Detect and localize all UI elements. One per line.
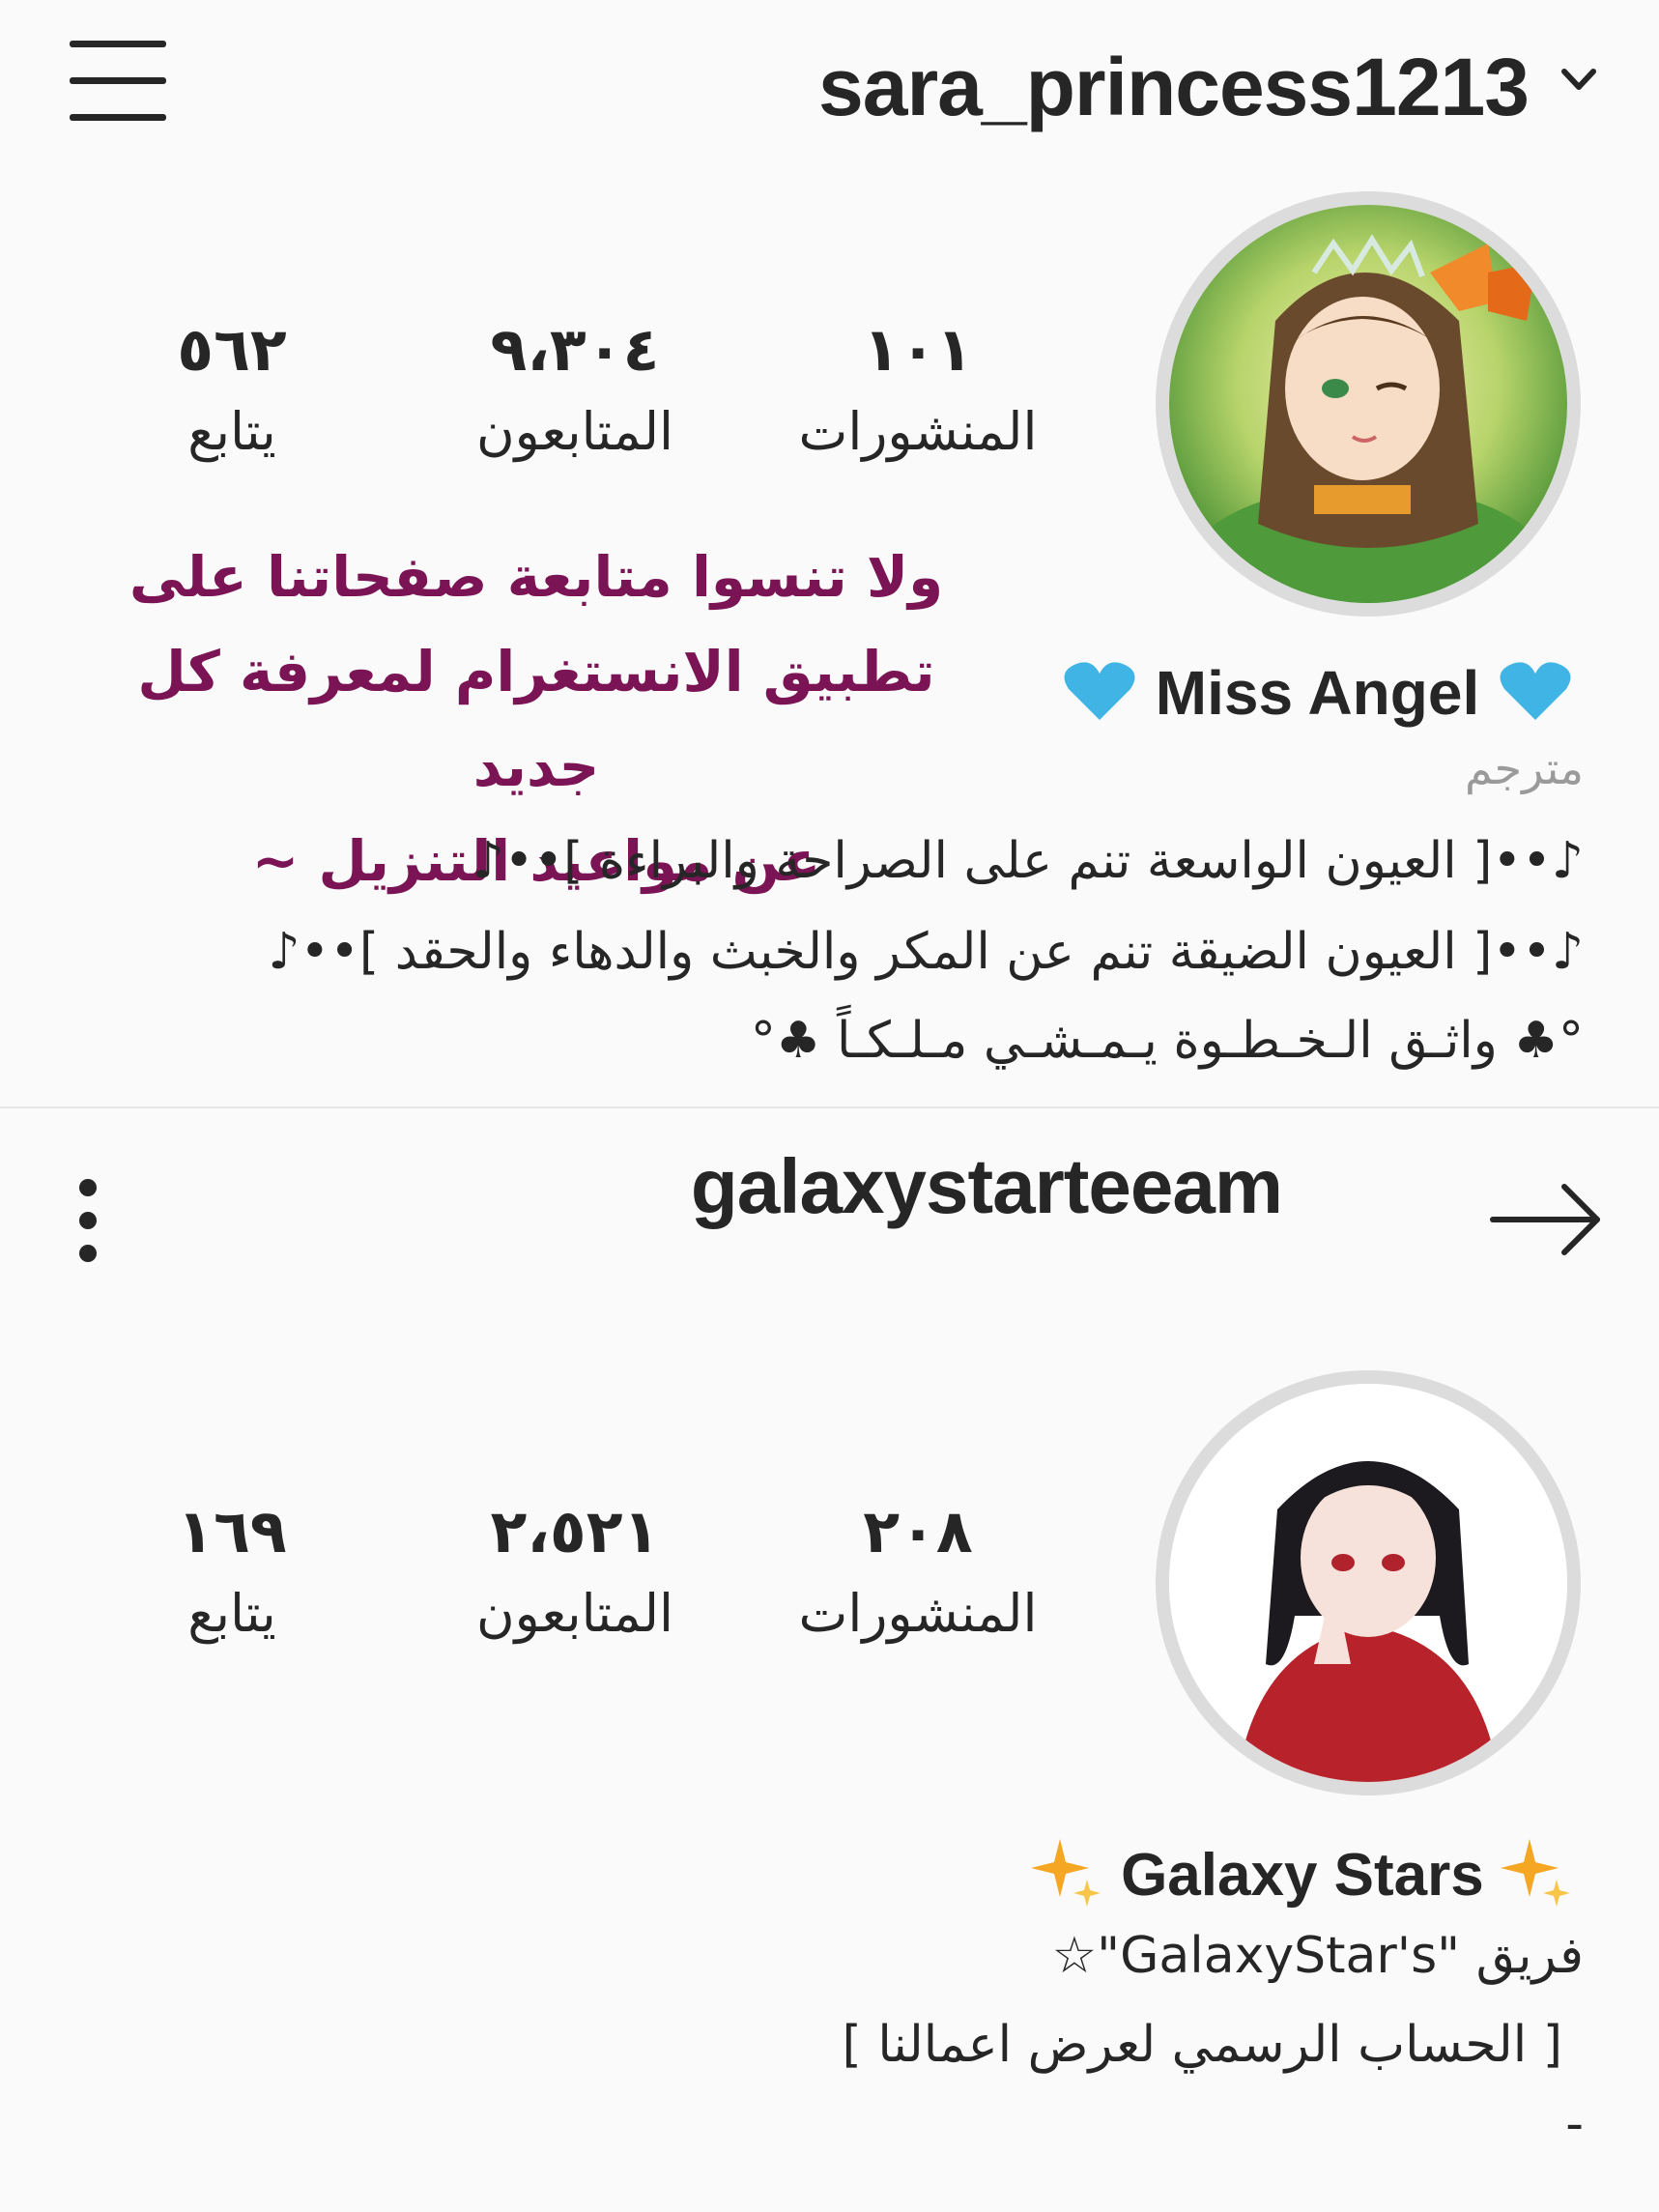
stat-posts[interactable]: ١٠١ المنشورات — [792, 311, 1044, 475]
stat-followers-label: المتابعون — [475, 1583, 674, 1644]
stat-following-label: يتابع — [187, 1583, 276, 1644]
stat-posts-value: ٢٠٨ — [863, 1496, 973, 1566]
avatar-image — [1169, 205, 1567, 603]
sparkle-icon — [1030, 1839, 1101, 1907]
stat-following-label: يتابع — [187, 401, 276, 462]
bio-line: [ الحساب الرسمي لعرض اعمالنا ] — [842, 2016, 1562, 2074]
translate-link[interactable]: مترجم — [1465, 742, 1584, 794]
sparkle-icon — [1501, 1839, 1570, 1907]
display-name: Miss Angel — [1061, 649, 1574, 736]
profile-avatar[interactable] — [1156, 1370, 1581, 1795]
promo-line: ولا تنسوا متابعة صفحاتنا على — [129, 544, 944, 610]
promo-line: تطبيق الانستغرام لمعرفة كل جديد — [137, 639, 935, 799]
stat-followers-label: المتابعون — [475, 401, 674, 462]
stat-followers-value: ٩،٣٠٤ — [490, 314, 660, 385]
profile-username[interactable]: galaxystarteeam — [691, 1129, 1283, 1245]
heart-icon — [1064, 662, 1135, 720]
stat-posts-label: المنشورات — [798, 1583, 1038, 1644]
avatar-image — [1169, 1384, 1567, 1782]
bio-line: ♪••[ العيون الواسعة تنم على الصراحة والب… — [472, 832, 1584, 890]
stat-following-value: ١٦٩ — [177, 1496, 287, 1566]
bio-line: - — [1565, 2095, 1584, 2153]
stat-following[interactable]: ٥٦٢ يتابع — [106, 311, 358, 475]
stat-posts[interactable]: ٢٠٨ المنشورات — [792, 1493, 1044, 1657]
heart-icon — [1500, 662, 1571, 720]
stat-following-value: ٥٦٢ — [177, 314, 287, 385]
chevron-down-icon[interactable] — [1559, 60, 1599, 101]
stat-followers-value: ٢،٥٢١ — [490, 1496, 660, 1566]
arrow-right-icon[interactable] — [1489, 1181, 1605, 1258]
bio-line: ♪••[ العيون الضيقة تنم عن المكر والخبث و… — [268, 923, 1584, 981]
display-name-text: Galaxy Stars — [1121, 1842, 1484, 1909]
section-divider — [0, 1106, 1659, 1108]
stat-posts-label: المنشورات — [798, 401, 1038, 462]
display-name-text: Miss Angel — [1155, 658, 1480, 728]
more-vertical-icon[interactable] — [73, 1179, 102, 1266]
stat-followers[interactable]: ٢،٥٢١ المتابعون — [449, 1493, 701, 1657]
hamburger-icon[interactable] — [70, 37, 166, 126]
stat-following[interactable]: ١٦٩ يتابع — [106, 1493, 358, 1657]
bio-line: فريق "GalaxyStar's"☆ — [1051, 1927, 1584, 1985]
stat-posts-value: ١٠١ — [863, 314, 973, 385]
bio-line: °♣ واثـق الـخـطـوة يـمـشـي مـلـكـاً ♣° — [750, 1012, 1584, 1070]
display-name: Galaxy Stars — [1030, 1832, 1574, 1919]
stat-followers[interactable]: ٩،٣٠٤ المتابعون — [449, 311, 701, 475]
profile-avatar[interactable] — [1156, 191, 1581, 617]
profile-username[interactable]: sara_princess1213 — [818, 29, 1530, 145]
